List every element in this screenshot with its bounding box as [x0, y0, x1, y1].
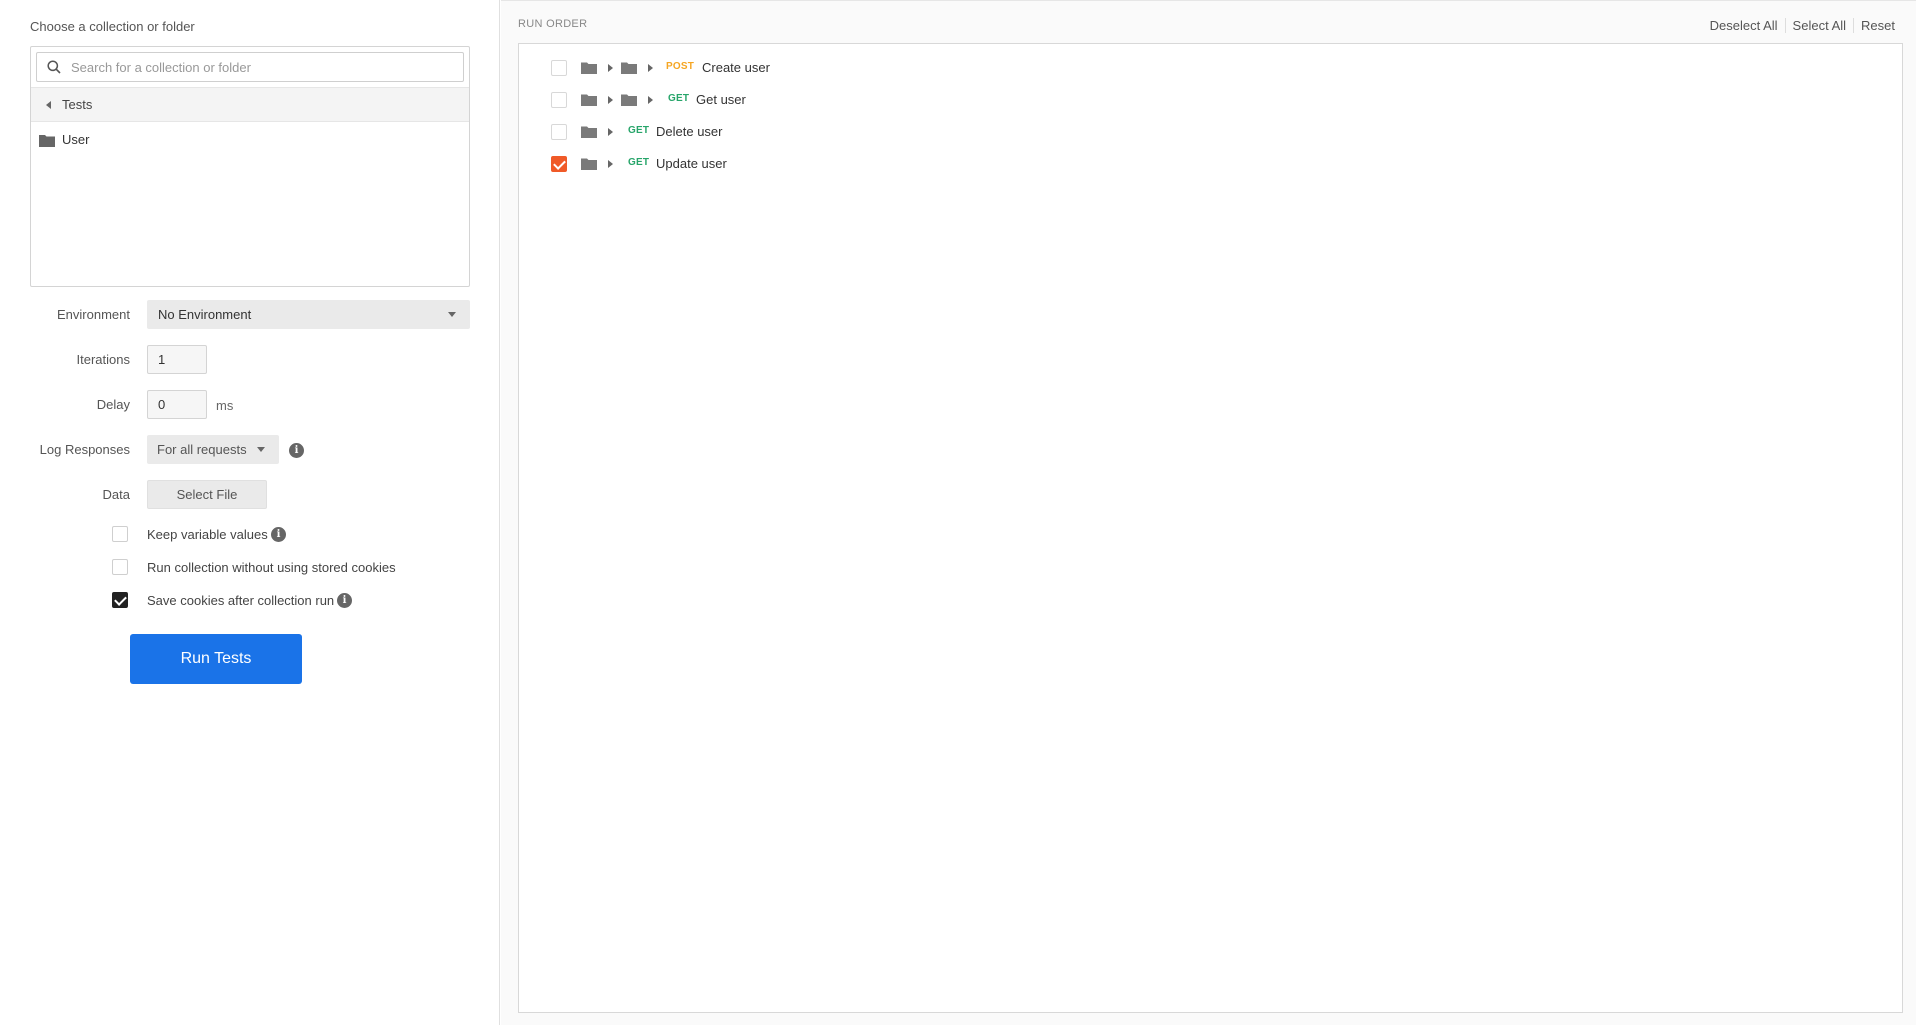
request-name: Get user: [696, 92, 746, 107]
method-badge: POST: [666, 61, 695, 72]
breadcrumb[interactable]: Tests: [31, 87, 469, 122]
request-checkbox[interactable]: [551, 92, 567, 108]
chevron-right-icon[interactable]: [648, 64, 653, 72]
select-all-button[interactable]: Select All: [1784, 18, 1853, 33]
reset-button[interactable]: Reset: [1853, 18, 1902, 33]
folder-icon: [581, 158, 597, 170]
request-row[interactable]: POST Create user: [519, 55, 1902, 81]
method-badge: GET: [668, 93, 690, 104]
search-icon: [47, 60, 61, 74]
environment-value: No Environment: [158, 307, 252, 322]
run-order-actions: Deselect All Select All Reset: [1703, 18, 1902, 33]
folder-icon: [621, 94, 637, 106]
folder-icon: [39, 135, 55, 147]
run-tests-button[interactable]: Run Tests: [130, 634, 302, 684]
run-order-title: RUN ORDER: [518, 18, 588, 30]
deselect-all-button[interactable]: Deselect All: [1703, 18, 1785, 33]
request-name: Create user: [702, 60, 770, 75]
chevron-down-icon: [448, 312, 456, 317]
collection-runner-settings: Choose a collection or folder Tests User…: [0, 0, 500, 1025]
info-icon[interactable]: i: [271, 527, 286, 542]
delay-unit: ms: [216, 398, 234, 413]
search-input[interactable]: [71, 53, 459, 81]
log-responses-value: For all requests: [157, 442, 247, 457]
request-checkbox[interactable]: [551, 124, 567, 140]
delay-input[interactable]: [147, 390, 207, 419]
search-box[interactable]: [36, 52, 464, 82]
run-order-list: POST Create user GET Get user GET Delete…: [518, 43, 1903, 1013]
back-arrow-icon[interactable]: [46, 101, 51, 109]
iterations-label: Iterations: [76, 352, 130, 367]
request-checkbox[interactable]: [551, 156, 567, 172]
keep-variable-values-checkbox[interactable]: [112, 526, 128, 542]
environment-select[interactable]: No Environment: [147, 300, 470, 329]
request-name: Delete user: [656, 124, 723, 139]
info-icon[interactable]: i: [289, 443, 304, 458]
log-responses-label: Log Responses: [39, 442, 130, 457]
data-label: Data: [102, 487, 130, 502]
run-without-cookies-label: Run collection without using stored cook…: [147, 560, 396, 575]
chevron-down-icon: [257, 447, 265, 452]
save-cookies-checkbox[interactable]: [112, 592, 128, 608]
request-checkbox[interactable]: [551, 60, 567, 76]
select-file-button[interactable]: Select File: [147, 480, 267, 509]
method-badge: GET: [628, 125, 650, 136]
folder-icon: [581, 62, 597, 74]
chevron-right-icon[interactable]: [608, 96, 613, 104]
method-badge: GET: [628, 157, 650, 168]
chevron-right-icon[interactable]: [608, 128, 613, 136]
run-order-panel: RUN ORDER Deselect All Select All Reset PO…: [501, 0, 1916, 1025]
request-row[interactable]: GET Update user: [519, 151, 1902, 177]
log-responses-select[interactable]: For all requests: [147, 435, 279, 464]
iterations-input[interactable]: [147, 345, 207, 374]
delay-label: Delay: [96, 397, 130, 412]
request-row[interactable]: GET Get user: [519, 87, 1902, 113]
request-name: Update user: [656, 156, 727, 171]
save-cookies-label: Save cookies after collection run: [147, 593, 335, 608]
choose-collection-label: Choose a collection or folder: [30, 19, 195, 34]
breadcrumb-label: Tests: [62, 97, 93, 112]
keep-variable-values-label: Keep variable values: [147, 527, 268, 542]
run-without-cookies-checkbox[interactable]: [112, 559, 128, 575]
collection-picker: Tests User: [30, 46, 470, 287]
request-row[interactable]: GET Delete user: [519, 119, 1902, 145]
folder-icon: [621, 62, 637, 74]
folder-icon: [581, 94, 597, 106]
chevron-right-icon[interactable]: [608, 160, 613, 168]
chevron-right-icon[interactable]: [608, 64, 613, 72]
folder-item-label: User: [62, 132, 90, 147]
info-icon[interactable]: i: [337, 593, 352, 608]
folder-item-user[interactable]: User: [31, 128, 469, 154]
environment-label: Environment: [57, 307, 130, 322]
folder-icon: [581, 126, 597, 138]
chevron-right-icon[interactable]: [648, 96, 653, 104]
